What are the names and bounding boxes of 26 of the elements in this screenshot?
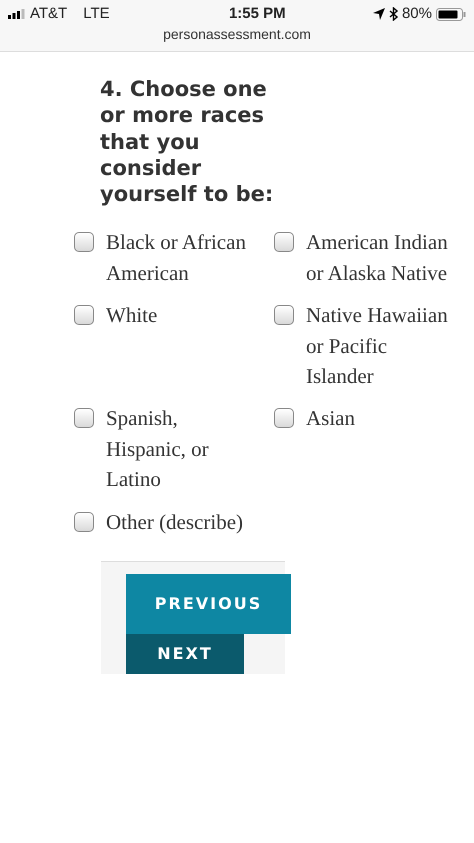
race-option[interactable]: Spanish, Hispanic, or Latino xyxy=(74,403,258,495)
race-option[interactable]: Native Hawaiian or Pacific Islander xyxy=(274,300,458,392)
race-option[interactable]: Black or African American xyxy=(74,227,258,288)
checkbox[interactable] xyxy=(74,305,94,326)
signal-icon xyxy=(8,9,26,19)
checkbox[interactable] xyxy=(74,408,94,428)
question-title: 4. Choose one or more races that you consider yourself to be: xyxy=(100,76,274,208)
race-option[interactable]: White xyxy=(74,300,258,392)
battery-icon xyxy=(436,8,466,20)
checkbox[interactable] xyxy=(74,232,94,252)
url-text[interactable]: personassessment.com xyxy=(163,24,311,45)
network-label: LTE xyxy=(83,4,110,24)
battery-percent: 80% xyxy=(402,4,432,24)
checkbox[interactable] xyxy=(274,408,294,428)
checkbox[interactable] xyxy=(274,305,294,326)
next-button[interactable]: NEXT xyxy=(126,634,244,674)
race-option[interactable]: Other (describe) xyxy=(74,506,258,538)
race-option[interactable]: Asian xyxy=(274,403,458,495)
checkbox[interactable] xyxy=(74,512,94,532)
location-arrow-icon xyxy=(372,8,385,20)
checkbox[interactable] xyxy=(274,232,294,252)
carrier-label: AT&T xyxy=(30,4,68,24)
clock: 1:55 PM xyxy=(228,4,286,24)
previous-button[interactable]: PREVIOUS xyxy=(126,574,291,634)
bluetooth-icon xyxy=(388,7,398,21)
race-option[interactable]: American Indian or Alaska Native xyxy=(274,227,458,288)
